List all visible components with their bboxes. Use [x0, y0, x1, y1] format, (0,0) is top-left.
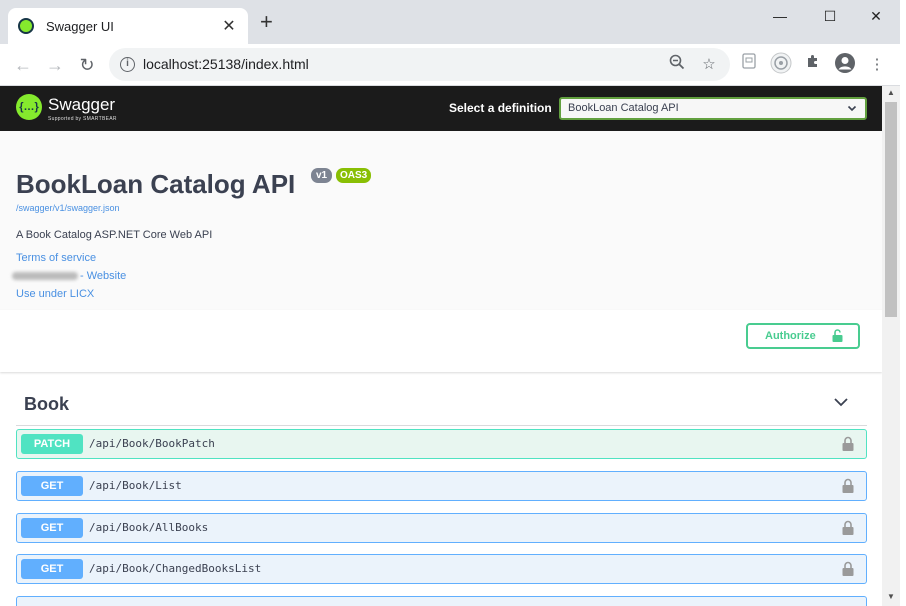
browser-tab[interactable]: Swagger UI ✕ — [8, 8, 248, 44]
operation-path: /api/Book/List — [89, 479, 182, 492]
scrollbar-thumb[interactable] — [885, 102, 897, 317]
back-arrow-icon[interactable]: ← — [9, 51, 37, 79]
window-edge — [900, 0, 906, 606]
tab-close-icon[interactable]: ✕ — [220, 16, 238, 36]
api-description: A Book Catalog ASP.NET Core Web API — [16, 229, 213, 241]
operation-path: /api/Book/AllBooks — [89, 521, 209, 534]
chevron-down-icon — [847, 99, 857, 125]
close-window-button[interactable]: ✕ — [861, 6, 891, 26]
terms-of-service-link[interactable]: Terms of service — [16, 252, 96, 264]
license-link[interactable]: Use under LICX — [16, 288, 94, 300]
swagger-logo-text[interactable]: Swagger — [48, 95, 115, 115]
tab-title: Swagger UI — [46, 18, 114, 34]
bookmark-star-icon[interactable]: ☆ — [698, 54, 720, 76]
definition-label: Select a definition — [449, 101, 552, 115]
maximize-button[interactable]: ☐ — [815, 6, 845, 26]
operation-path: /api/Book/ChangedBooksList — [89, 562, 262, 575]
method-badge: GET — [21, 476, 83, 496]
browser-menu-icon[interactable]: ⋮ — [864, 52, 890, 78]
profile-avatar-icon[interactable] — [832, 52, 858, 78]
authorize-label: Authorize — [765, 330, 816, 342]
minimize-button[interactable]: — — [765, 6, 795, 26]
reload-icon[interactable]: ↻ — [73, 51, 101, 79]
zoom-out-icon[interactable] — [666, 54, 688, 76]
lock-icon[interactable] — [842, 520, 854, 535]
definition-select[interactable]: BookLoan Catalog API — [559, 97, 867, 120]
tag-section-header[interactable]: Book — [16, 384, 867, 426]
method-badge: GET — [21, 518, 83, 538]
lock-icon[interactable] — [842, 478, 854, 493]
page-viewport: {…} Swagger Supported by SMARTBEAR Selec… — [0, 86, 882, 606]
browser-tab-bar: Swagger UI ✕ + — ☐ ✕ — [0, 0, 906, 44]
api-info: BookLoan Catalog API v1 OAS3 /swagger/v1… — [0, 131, 882, 310]
scroll-up-arrow-icon[interactable]: ▲ — [882, 88, 900, 100]
forward-arrow-icon[interactable]: → — [41, 51, 69, 79]
scheme-container: Authorize — [0, 310, 882, 372]
extensions-puzzle-icon[interactable] — [800, 52, 826, 78]
site-info-icon[interactable]: i — [120, 57, 135, 72]
operation-path: /api/Book/BookPatch — [89, 437, 215, 450]
spec-json-link[interactable]: /swagger/v1/swagger.json — [16, 203, 120, 213]
contact-website-link[interactable]: - Website — [12, 270, 126, 282]
tag-name: Book — [24, 394, 69, 414]
swagger-logo-icon[interactable]: {…} — [16, 94, 42, 120]
unlocked-icon — [832, 328, 843, 342]
method-badge: PATCH — [21, 434, 83, 454]
redacted-contact-name — [12, 272, 78, 281]
method-badge: GET — [21, 559, 83, 579]
smartbear-subtitle: Supported by SMARTBEAR — [48, 116, 117, 122]
chevron-down-icon[interactable] — [833, 394, 849, 410]
oas-badge: OAS3 — [336, 168, 372, 183]
authorize-button[interactable]: Authorize — [746, 323, 860, 349]
swagger-favicon-icon — [18, 18, 34, 34]
address-url[interactable]: localhost:25138/index.html — [143, 56, 309, 72]
browser-toolbar: ← → ↻ i localhost:25138/index.html ☆ ⋮ — [0, 44, 906, 86]
contact-website-text: - Website — [80, 270, 127, 282]
page-scrollbar[interactable]: ▲ ▼ — [882, 86, 900, 606]
operation-row[interactable]: GET /api/Book/AllBooks — [16, 513, 867, 543]
lock-icon[interactable] — [842, 436, 854, 451]
operation-row[interactable]: PATCH /api/Book/BookPatch — [16, 429, 867, 459]
api-title: BookLoan Catalog API — [16, 169, 296, 199]
definition-selected-value: BookLoan Catalog API — [568, 102, 679, 114]
scroll-down-arrow-icon[interactable]: ▼ — [882, 592, 900, 604]
extension-target-icon[interactable] — [768, 52, 794, 78]
operation-row[interactable]: GET /api/Book/List — [16, 471, 867, 501]
lock-icon[interactable] — [842, 561, 854, 576]
address-bar[interactable]: i localhost:25138/index.html ☆ — [109, 48, 730, 81]
new-tab-button[interactable]: + — [260, 11, 273, 33]
extension-page-icon[interactable] — [736, 52, 762, 78]
swagger-topbar: {…} Swagger Supported by SMARTBEAR Selec… — [0, 86, 882, 131]
version-badge: v1 — [311, 168, 333, 183]
operation-row-partial[interactable] — [16, 596, 867, 606]
operation-row[interactable]: GET /api/Book/ChangedBooksList — [16, 554, 867, 584]
